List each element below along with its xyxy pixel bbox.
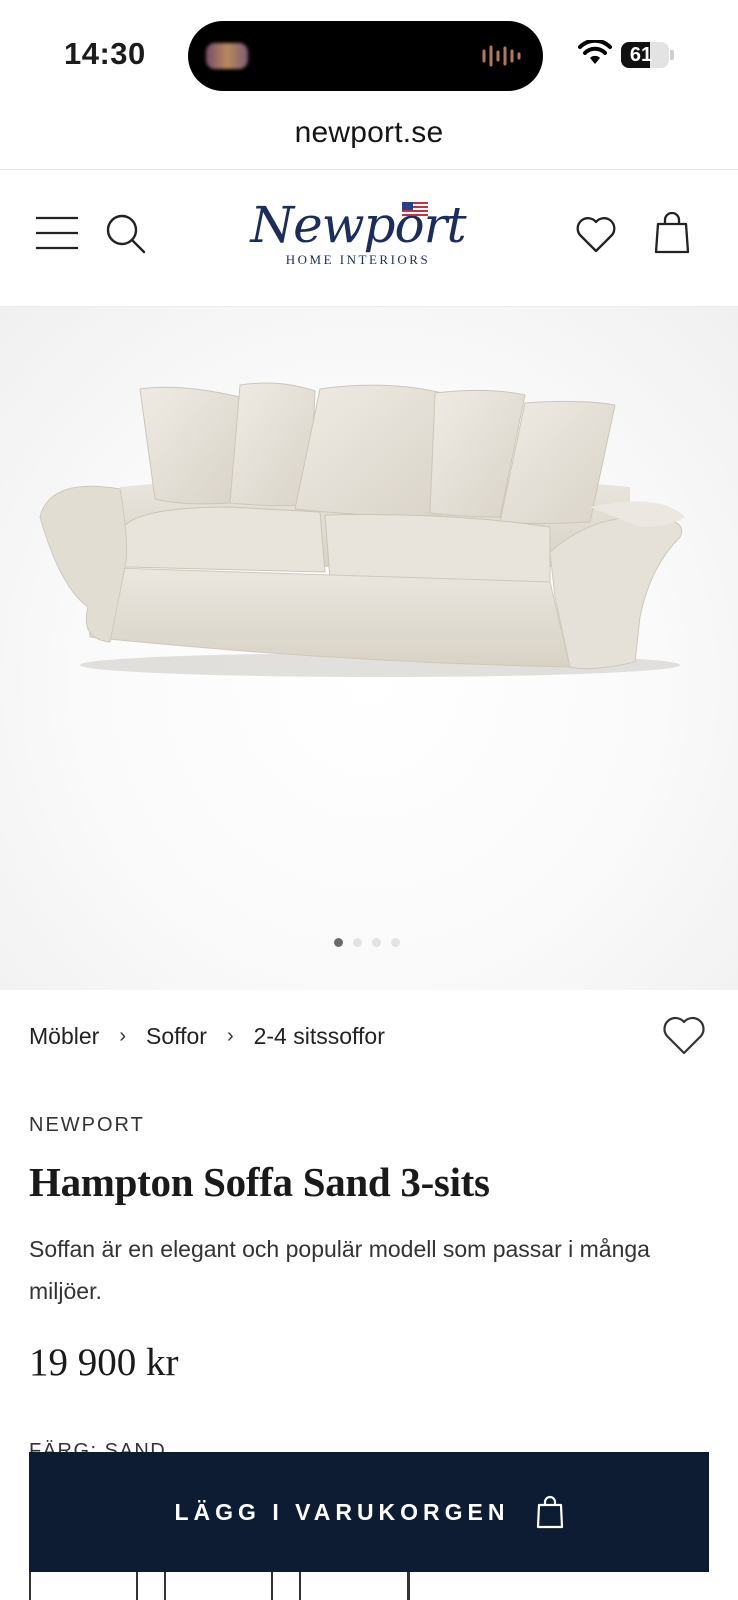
gallery-dot[interactable] (353, 938, 362, 947)
address-bar[interactable]: newport.se (0, 108, 738, 170)
swatch-border (299, 1572, 301, 1600)
color-swatches[interactable] (29, 1572, 738, 1600)
breadcrumb-link[interactable]: 2-4 sitssoffor (254, 1023, 385, 1050)
wifi-icon (578, 40, 612, 64)
breadcrumb-separator: › (226, 1024, 234, 1047)
product-brand[interactable]: NEWPORT (29, 1114, 145, 1137)
site-header: Newport HOME INTERIORS (0, 170, 738, 307)
product-image-gallery[interactable] (0, 307, 738, 990)
breadcrumb-link[interactable]: Möbler (29, 1023, 99, 1050)
product-price: 19 900 kr (29, 1341, 179, 1384)
swatch-border (29, 1572, 31, 1600)
logo-wordmark: Newport (250, 196, 466, 254)
add-to-cart-button[interactable]: LÄGG I VARUKORGEN (29, 1452, 709, 1572)
battery-percent: 61 (629, 44, 653, 66)
swatch-border (164, 1572, 166, 1600)
breadcrumb: Möbler › Soffor › 2-4 sitssoffor (29, 1018, 385, 1054)
wishlist-heart-icon[interactable] (575, 216, 617, 254)
battery-tip (670, 50, 674, 60)
product-title: Hampton Soffa Sand 3-sits (29, 1159, 490, 1205)
status-time: 14:30 (64, 36, 146, 71)
add-to-cart-label: LÄGG I VARUKORGEN (174, 1498, 510, 1525)
url-text[interactable]: newport.se (295, 116, 444, 149)
sofa-product-image (39, 382, 685, 677)
gallery-pagination (334, 938, 400, 950)
status-bar: 14:30 61 (0, 0, 738, 108)
swatch-border (271, 1572, 273, 1600)
us-flag-icon (402, 202, 428, 216)
shopping-bag-icon (536, 1495, 563, 1529)
newport-logo[interactable]: Newport HOME INTERIORS (248, 198, 468, 278)
dynamic-island (188, 21, 543, 91)
menu-icon[interactable] (36, 216, 78, 250)
battery-indicator: 61 (621, 42, 669, 68)
gallery-dot[interactable] (391, 938, 400, 947)
search-icon[interactable] (106, 214, 146, 254)
breadcrumb-separator: › (119, 1024, 126, 1047)
swatch-border (136, 1572, 138, 1600)
audio-waveform-icon (482, 45, 521, 67)
add-to-wishlist-heart-icon[interactable] (662, 1016, 706, 1056)
now-playing-artwork (206, 43, 248, 69)
gallery-dot[interactable] (372, 938, 381, 947)
shopping-bag-icon[interactable] (654, 212, 690, 254)
product-description: Soffan är en elegant och populär modell … (29, 1236, 650, 1304)
breadcrumb-link[interactable]: Soffor (146, 1023, 207, 1050)
swatch-border (407, 1572, 410, 1600)
gallery-dot[interactable] (334, 938, 343, 947)
logo-tagline: HOME INTERIORS (285, 252, 431, 267)
